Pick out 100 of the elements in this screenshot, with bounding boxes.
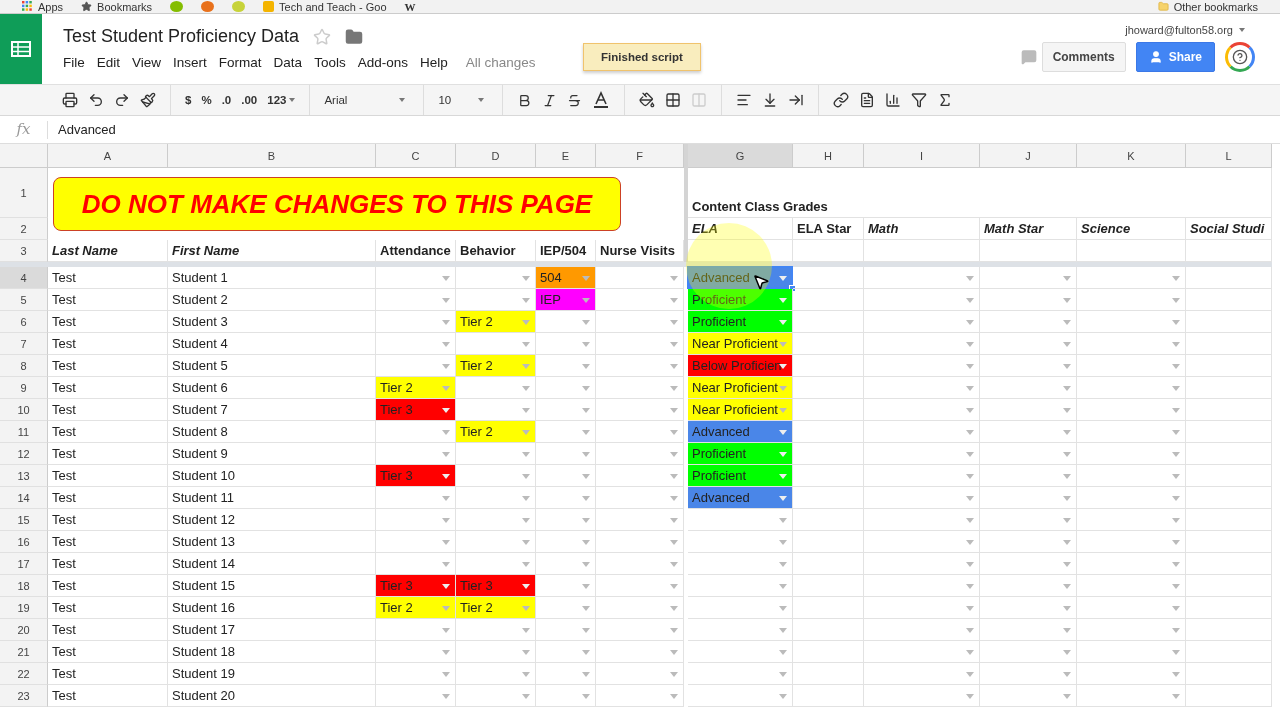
dropdown-cell[interactable] [1077, 399, 1186, 421]
dropdown-cell[interactable] [596, 509, 684, 531]
row-number[interactable]: 3 [0, 240, 48, 262]
row-number[interactable]: 22 [0, 663, 48, 685]
print-icon[interactable] [62, 92, 78, 108]
dropdown-cell[interactable] [596, 663, 684, 685]
dropdown-cell[interactable] [376, 333, 456, 355]
dropdown-cell[interactable] [864, 465, 980, 487]
dropdown-cell[interactable] [536, 355, 596, 377]
strikethrough-icon[interactable] [567, 92, 583, 108]
dropdown-cell[interactable]: Below Proficien [688, 355, 793, 377]
italic-icon[interactable] [542, 92, 558, 108]
bookmark-link[interactable]: Tech and Teach - Goo [263, 0, 387, 13]
dropdown-cell[interactable] [596, 289, 684, 311]
dropdown-cell[interactable] [1077, 377, 1186, 399]
dropdown-cell[interactable] [980, 553, 1077, 575]
dropdown-cell[interactable]: Tier 2 [456, 421, 536, 443]
folder-icon[interactable] [345, 27, 364, 46]
row-number[interactable]: 1 [0, 168, 48, 218]
dropdown-cell[interactable] [688, 619, 793, 641]
dropdown-cell[interactable] [864, 289, 980, 311]
dropdown-cell[interactable]: Proficient [688, 311, 793, 333]
link-icon[interactable] [833, 92, 850, 108]
menu-item[interactable]: Data [267, 53, 309, 72]
dropdown-cell[interactable] [864, 619, 980, 641]
bookmark-link[interactable]: Apps [22, 0, 64, 13]
dropdown-cell[interactable]: Advanced [688, 487, 793, 509]
dropdown-cell[interactable] [456, 641, 536, 663]
dropdown-cell[interactable]: Near Proficient [688, 377, 793, 399]
row-number[interactable]: 11 [0, 421, 48, 443]
dropdown-cell[interactable] [864, 487, 980, 509]
dropdown-cell[interactable] [688, 663, 793, 685]
account-menu[interactable]: jhoward@fulton58.org [1125, 24, 1245, 36]
dropdown-cell[interactable] [376, 531, 456, 553]
dropdown-cell[interactable] [1077, 509, 1186, 531]
dropdown-cell[interactable] [1077, 333, 1186, 355]
text-color-icon[interactable] [592, 91, 611, 109]
select-all-corner[interactable] [0, 144, 48, 168]
dropdown-cell[interactable] [864, 509, 980, 531]
help-button[interactable] [1225, 42, 1255, 72]
row-number[interactable]: 7 [0, 333, 48, 355]
dropdown-cell[interactable] [688, 531, 793, 553]
dropdown-cell[interactable] [980, 289, 1077, 311]
dropdown-cell[interactable] [596, 531, 684, 553]
dropdown-cell[interactable] [376, 663, 456, 685]
dropdown-cell[interactable] [864, 421, 980, 443]
star-icon[interactable] [313, 27, 332, 46]
dropdown-cell[interactable]: Tier 3 [376, 465, 456, 487]
dropdown-cell[interactable] [536, 377, 596, 399]
dropdown-cell[interactable]: Advanced [688, 421, 793, 443]
dropdown-cell[interactable] [596, 619, 684, 641]
row-number[interactable]: 6 [0, 311, 48, 333]
dropdown-cell[interactable] [864, 553, 980, 575]
menu-item[interactable]: View [126, 53, 168, 72]
dropdown-cell[interactable] [1077, 619, 1186, 641]
dropdown-cell[interactable] [1077, 487, 1186, 509]
column-header[interactable]: C [376, 144, 456, 168]
dropdown-cell[interactable] [376, 509, 456, 531]
align-left-icon[interactable] [736, 92, 753, 108]
dropdown-cell[interactable] [864, 685, 980, 707]
dropdown-cell[interactable] [864, 377, 980, 399]
dropdown-cell[interactable]: Tier 3 [376, 575, 456, 597]
dropdown-cell[interactable] [1077, 355, 1186, 377]
dropdown-cell[interactable] [596, 641, 684, 663]
dropdown-cell[interactable] [1077, 575, 1186, 597]
dropdown-cell[interactable] [536, 465, 596, 487]
font-select[interactable]: Arial [324, 94, 410, 106]
dropdown-cell[interactable] [596, 487, 684, 509]
column-header[interactable]: E [536, 144, 596, 168]
dropdown-cell[interactable] [596, 267, 684, 289]
column-header[interactable]: F [596, 144, 684, 168]
dropdown-cell[interactable] [536, 487, 596, 509]
dropdown-cell[interactable] [864, 443, 980, 465]
dropdown-cell[interactable] [980, 575, 1077, 597]
row-number[interactable]: 17 [0, 553, 48, 575]
dropdown-cell[interactable] [536, 399, 596, 421]
text-wrap-icon[interactable] [788, 92, 805, 108]
dropdown-cell[interactable] [456, 487, 536, 509]
dropdown-cell[interactable] [980, 465, 1077, 487]
font-size-select[interactable]: 10 [438, 94, 489, 106]
row-number[interactable]: 15 [0, 509, 48, 531]
currency-button[interactable]: $ [185, 94, 192, 106]
row-number[interactable]: 18 [0, 575, 48, 597]
dropdown-cell[interactable] [376, 487, 456, 509]
undo-icon[interactable] [88, 92, 104, 108]
dropdown-cell[interactable] [1077, 443, 1186, 465]
dropdown-cell[interactable] [864, 399, 980, 421]
dropdown-cell[interactable] [536, 553, 596, 575]
dropdown-cell[interactable]: IEP [536, 289, 596, 311]
dropdown-cell[interactable] [980, 333, 1077, 355]
row-number[interactable]: 4 [0, 267, 48, 289]
dropdown-cell[interactable] [1077, 553, 1186, 575]
dropdown-cell[interactable] [596, 685, 684, 707]
row-number[interactable]: 8 [0, 355, 48, 377]
dropdown-cell[interactable] [864, 311, 980, 333]
row-number[interactable]: 5 [0, 289, 48, 311]
dropdown-cell[interactable] [536, 333, 596, 355]
dropdown-cell[interactable] [536, 311, 596, 333]
dropdown-cell[interactable]: Tier 2 [376, 597, 456, 619]
dropdown-cell[interactable]: Tier 2 [456, 355, 536, 377]
